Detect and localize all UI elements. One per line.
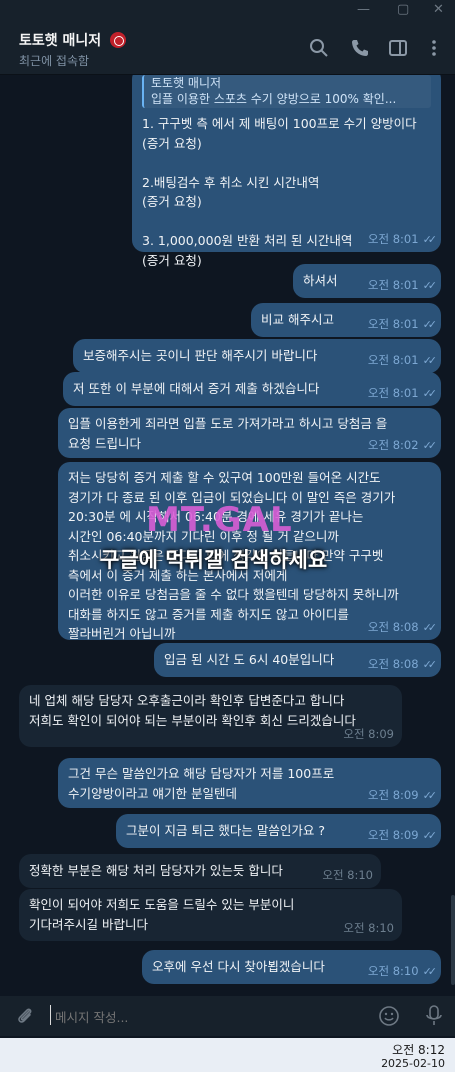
scrollbar[interactable] bbox=[451, 895, 455, 985]
quote-author: 토토햇 매니저 bbox=[151, 76, 222, 90]
read-check-icon: ✓✓ bbox=[422, 620, 438, 634]
maximize-icon[interactable]: ▢ bbox=[397, 2, 409, 17]
message-time: 오전 8:10 ✓✓ bbox=[367, 963, 438, 978]
sidebar-toggle-icon[interactable] bbox=[388, 38, 408, 58]
chat-header[interactable]: 토토햇 매니저 최근에 접속함 bbox=[0, 22, 455, 75]
phone-icon[interactable] bbox=[350, 38, 370, 58]
message-bubble-outgoing[interactable]: 그건 무슨 말씀인가요 해당 담당자가 저를 100프로 수기양방이라고 얘기한… bbox=[58, 758, 441, 808]
read-check-icon: ✓✓ bbox=[422, 657, 438, 671]
window-titlebar: — ▢ ✕ bbox=[0, 0, 455, 22]
message-text: 네 업체 해당 담당자 오후출근이라 확인후 답변준다고 합니다 저희도 확인이… bbox=[29, 693, 356, 728]
message-bubble-outgoing[interactable]: 보증해주시는 곳이니 판단 해주시기 바랍니다 오전 8:01 ✓✓ bbox=[73, 339, 441, 373]
message-bubble-outgoing[interactable]: 비교 해주시고 오전 8:01 ✓✓ bbox=[251, 303, 441, 337]
message-time: 오전 8:09 ✓✓ bbox=[367, 827, 438, 842]
quote-text: 입플 이용한 스포츠 수기 양방으로 100% 확인... bbox=[151, 92, 397, 106]
read-check-icon: ✓✓ bbox=[422, 317, 438, 331]
contact-badge-icon bbox=[110, 32, 127, 48]
message-bubble-incoming[interactable]: 네 업체 해당 담당자 오후출근이라 확인후 답변준다고 합니다 저희도 확인이… bbox=[19, 685, 402, 747]
message-text: 확인이 되어야 저희도 도움을 드릴수 있는 부분이니 기다려주시길 바랍니다 bbox=[29, 897, 295, 932]
message-bubble-outgoing[interactable]: 그분이 지금 퇴근 했다는 말씀인가요 ? 오전 8:09 ✓✓ bbox=[116, 814, 441, 848]
contact-name[interactable]: 토토햇 매니저 bbox=[19, 30, 127, 50]
message-time: 오전 8:01 ✓✓ bbox=[367, 352, 438, 367]
message-bubble-incoming[interactable]: 정확한 부분은 해당 처리 담당자가 있는듯 합니다 오전 8:10 bbox=[19, 854, 381, 888]
message-time: 오전 8:09 bbox=[343, 726, 394, 741]
emoji-icon[interactable] bbox=[378, 1005, 400, 1027]
text-cursor bbox=[50, 1005, 51, 1025]
watermark-text: 구글에 먹튀갤 검색하세요 bbox=[100, 548, 328, 572]
message-time: 오전 8:10 bbox=[343, 920, 394, 935]
message-bubble-incoming[interactable]: 확인이 되어야 저희도 도움을 드릴수 있는 부분이니 기다려주시길 바랍니다 … bbox=[19, 889, 402, 941]
read-check-icon: ✓✓ bbox=[422, 278, 438, 292]
message-bubble-outgoing[interactable]: 오후에 우선 다시 찾아뵙겠습니다 오전 8:10 ✓✓ bbox=[142, 950, 441, 984]
message-time: 오전 8:09 ✓✓ bbox=[367, 787, 438, 802]
message-time: 오전 8:08 ✓✓ bbox=[367, 619, 438, 634]
microphone-icon[interactable] bbox=[423, 1004, 445, 1028]
taskbar-clock[interactable]: 오전 8:12 bbox=[392, 1041, 445, 1058]
contact-name-text: 토토햇 매니저 bbox=[19, 33, 102, 49]
message-bubble-outgoing[interactable]: 하셔서 오전 8:01 ✓✓ bbox=[293, 264, 441, 298]
read-check-icon: ✓✓ bbox=[422, 438, 438, 452]
more-menu-icon[interactable] bbox=[424, 38, 444, 58]
taskbar-date[interactable]: 2025-02-10 bbox=[381, 1057, 445, 1070]
message-time: 오전 8:01 ✓✓ bbox=[367, 385, 438, 400]
close-icon[interactable]: ✕ bbox=[433, 2, 444, 17]
attach-icon[interactable] bbox=[14, 1005, 36, 1027]
message-bubble-outgoing[interactable]: 입금 된 시간 도 6시 40분입니다 오전 8:08 ✓✓ bbox=[154, 643, 441, 677]
read-check-icon: ✓✓ bbox=[422, 788, 438, 802]
read-check-icon: ✓✓ bbox=[422, 386, 438, 400]
message-time: 오전 8:10 bbox=[322, 867, 373, 882]
message-input[interactable] bbox=[53, 1004, 357, 1030]
minimize-icon[interactable]: — bbox=[357, 2, 370, 17]
os-taskbar: 오전 8:12 2025-02-10 bbox=[0, 1038, 455, 1072]
read-check-icon: ✓✓ bbox=[422, 353, 438, 367]
reply-quote[interactable]: 토토햇 매니저 입플 이용한 스포츠 수기 양방으로 100% 확인... bbox=[142, 75, 431, 108]
message-time: 오전 8:02 ✓✓ bbox=[367, 437, 438, 452]
message-bubble-outgoing[interactable]: 입플 이용한게 죄라면 입플 도로 가져가라고 하시고 당첨금 을 요청 드립니… bbox=[58, 408, 441, 458]
search-icon[interactable] bbox=[309, 38, 329, 58]
message-text: 정확한 부분은 해당 처리 담당자가 있는듯 합니다 bbox=[29, 863, 283, 878]
watermark-logo: MT.GAL bbox=[146, 500, 293, 540]
read-check-icon: ✓✓ bbox=[422, 232, 438, 246]
message-time: 오전 8:08 ✓✓ bbox=[367, 656, 438, 671]
message-time: 오전 8:01 ✓✓ bbox=[367, 277, 438, 292]
message-time: 오전 8:01 ✓✓ bbox=[367, 231, 438, 246]
message-bubble-outgoing[interactable]: 토토햇 매니저 입플 이용한 스포츠 수기 양방으로 100% 확인... 1.… bbox=[132, 75, 441, 268]
message-time: 오전 8:01 ✓✓ bbox=[367, 316, 438, 331]
message-bubble-outgoing[interactable]: 저 또한 이 부분에 대해서 증거 제출 하겠습니다 오전 8:01 ✓✓ bbox=[63, 372, 441, 406]
read-check-icon: ✓✓ bbox=[422, 828, 438, 842]
contact-status: 최근에 접속함 bbox=[19, 54, 90, 68]
watermark-overlay: MT.GAL 구글에 먹튀갤 검색하세요 bbox=[100, 500, 360, 590]
message-composer bbox=[0, 996, 455, 1036]
read-check-icon: ✓✓ bbox=[422, 964, 438, 978]
